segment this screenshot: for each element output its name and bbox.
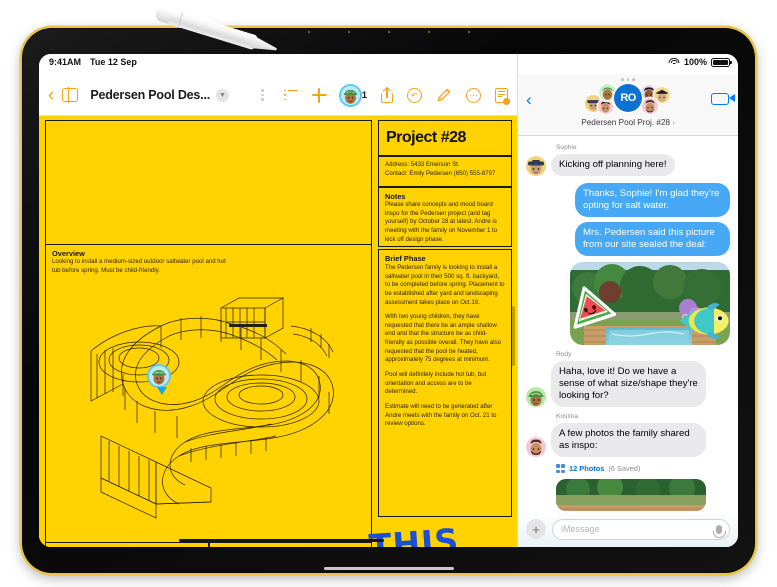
message-row: Mrs. Pedersen said this picture from our… bbox=[526, 222, 730, 257]
conversation-title-row[interactable]: Pedersen Pool Proj. #28 › bbox=[518, 118, 738, 127]
message-bubble[interactable]: Mrs. Pedersen said this picture from our… bbox=[575, 222, 730, 257]
project-notes-box: Notes Please share concepts and mood boa… bbox=[378, 187, 512, 247]
message-sender: Sophie bbox=[556, 144, 577, 151]
overview-label: Overview bbox=[52, 249, 85, 258]
project-title: Project #28 bbox=[386, 129, 466, 146]
status-date: Tue 12 Sep bbox=[90, 57, 137, 67]
freeform-pane: 9:41AM Tue 12 Sep ‹ Pedersen Pool Des...… bbox=[39, 54, 517, 547]
back-chevron-icon[interactable]: ‹ bbox=[46, 86, 62, 105]
brief-p2: With two young children, they have reque… bbox=[385, 313, 502, 364]
collaborator-cursor-avatar bbox=[149, 366, 169, 386]
chevron-right-icon: › bbox=[672, 120, 675, 127]
markup-brush-icon[interactable] bbox=[436, 87, 452, 103]
project-info-box: Project #28 bbox=[378, 120, 512, 156]
avatar bbox=[598, 99, 613, 114]
message-bubble[interactable]: A few photos the family shared as inspo: bbox=[551, 423, 706, 458]
sidebar-toggle-icon[interactable] bbox=[62, 87, 79, 103]
window-grabber-icon[interactable] bbox=[621, 78, 635, 81]
message-list[interactable]: Sophie Kicking off planning here! Thanks… bbox=[518, 136, 738, 511]
horizontal-scrollbar[interactable] bbox=[179, 538, 384, 542]
toolbar-icon-group: 1 ↶ ⋯ bbox=[283, 85, 510, 105]
share-icon[interactable] bbox=[381, 87, 393, 103]
window-grabber-icon[interactable] bbox=[255, 89, 270, 101]
antenna-dots bbox=[288, 30, 489, 34]
ipad-frame: 9:41AM Tue 12 Sep ‹ Pedersen Pool Des...… bbox=[22, 28, 755, 573]
status-bar: 9:41AM Tue 12 Sep bbox=[39, 54, 517, 74]
microphone-icon[interactable] bbox=[713, 524, 727, 538]
photo-message[interactable] bbox=[570, 262, 730, 345]
device-stage: 9:41AM Tue 12 Sep ‹ Pedersen Pool Des...… bbox=[0, 0, 777, 587]
conversation-title: Pedersen Pool Proj. #28 bbox=[581, 118, 671, 127]
status-left: 9:41AM Tue 12 Sep bbox=[49, 57, 137, 67]
project-address: Address: 5433 Emerson St. bbox=[385, 161, 460, 168]
brief-label: Brief Phase bbox=[385, 254, 426, 263]
tropical-fish-sticker bbox=[679, 302, 729, 340]
wifi-icon bbox=[668, 57, 680, 67]
document-title: Pedersen Pool Des... bbox=[90, 88, 210, 102]
vertical-scrollbar[interactable] bbox=[511, 306, 515, 366]
message-row: Haha, love it! Do we have a sense of wha… bbox=[526, 361, 730, 408]
project-contact-box: Address: 5433 Emerson St. Contact: Emily… bbox=[378, 156, 512, 187]
collaborator-count: 1 bbox=[361, 89, 367, 101]
message-row: A few photos the family shared as inspo: bbox=[526, 423, 730, 458]
notes-body: Please share concepts and mood board ins… bbox=[385, 201, 498, 243]
avatar bbox=[340, 85, 360, 105]
photos-saved-label: (6 Saved) bbox=[608, 464, 641, 474]
collaborator-avatar[interactable]: 1 bbox=[340, 85, 367, 105]
status-bar-right: 100% bbox=[518, 54, 738, 74]
photo-attachment-preview[interactable] bbox=[556, 479, 706, 511]
avatar bbox=[526, 437, 546, 458]
status-time: 9:41AM bbox=[49, 57, 82, 67]
message-row: Thanks, Sophie! I'm glad they're opting … bbox=[526, 183, 730, 218]
status-right: 100% bbox=[668, 57, 732, 67]
insert-plus-icon[interactable] bbox=[311, 87, 327, 103]
photo-grid-icon bbox=[556, 464, 565, 474]
avatar bbox=[642, 98, 658, 114]
photos-count-label: 12 Photos bbox=[569, 464, 605, 474]
imessage-placeholder: iMessage bbox=[561, 524, 600, 534]
shape-box: Shape A kidney-shaped pool is seemingly … bbox=[45, 542, 209, 547]
more-ellipsis-icon[interactable]: ⋯ bbox=[466, 87, 481, 103]
collaborator-cursor-pointer bbox=[157, 387, 167, 395]
undo-icon[interactable]: ↶ bbox=[407, 87, 422, 103]
conversation-header: ‹ RO Pedersen Pool Proj. #28 › bbox=[518, 74, 738, 136]
orientation-box: Orientation Swim-over hot tub access. Wi… bbox=[209, 542, 372, 547]
brief-p3: Pool will definitely include hot tub, bu… bbox=[385, 371, 487, 396]
brief-p4: Estimate will need to be generated after… bbox=[385, 402, 497, 428]
messages-back-icon[interactable]: ‹ bbox=[526, 91, 532, 108]
home-indicator[interactable] bbox=[323, 566, 454, 570]
facetime-video-icon[interactable] bbox=[711, 93, 735, 105]
ink-this-text: THIS bbox=[367, 520, 461, 547]
message-bubble[interactable]: Kicking off planning here! bbox=[551, 154, 675, 177]
battery-percent: 100% bbox=[683, 57, 707, 67]
message-bubble[interactable]: Thanks, Sophie! I'm glad they're opting … bbox=[575, 183, 730, 218]
attachment-plus-button[interactable]: + bbox=[526, 519, 546, 539]
brief-phase-box: Brief Phase The Pedersen family is looki… bbox=[378, 249, 512, 517]
message-input-bar: + iMessage bbox=[518, 511, 738, 547]
message-bubble[interactable]: Haha, love it! Do we have a sense of wha… bbox=[551, 361, 706, 408]
brief-p1: The Pedersen family is looking to instal… bbox=[385, 264, 505, 306]
ipad-screen: 9:41AM Tue 12 Sep ‹ Pedersen Pool Des...… bbox=[39, 54, 738, 547]
freeform-toolbar: ‹ Pedersen Pool Des... ▼ 1 ↶ ⋯ bbox=[39, 74, 517, 116]
imessage-input[interactable]: iMessage bbox=[552, 518, 730, 540]
document-canvas[interactable]: PEDERSEN POOL DESIGN Project #28 Address… bbox=[39, 116, 517, 547]
photos-attachment-link[interactable]: 12 Photos (6 Saved) bbox=[556, 464, 730, 474]
document-actions-icon[interactable] bbox=[495, 87, 510, 105]
group-initials-avatar: RO bbox=[614, 84, 642, 112]
project-contact: Contact: Emily Pedersen (650) 555-8797 bbox=[385, 169, 496, 177]
messages-pane: 100% ‹ RO Pedersen Pool Proj. #28 › Soph… bbox=[517, 54, 738, 547]
list-format-icon[interactable] bbox=[283, 89, 298, 101]
chevron-down-icon[interactable]: ▼ bbox=[216, 88, 229, 102]
message-sender: Kristina bbox=[556, 413, 578, 421]
group-avatar-stack[interactable]: RO bbox=[585, 83, 671, 114]
message-sender: Rody bbox=[556, 351, 572, 358]
watermelon-sticker bbox=[573, 286, 616, 330]
avatar bbox=[526, 156, 546, 177]
notes-label: Notes bbox=[385, 192, 406, 201]
message-row: Kicking off planning here! bbox=[526, 154, 730, 177]
pool-wireframe-drawing bbox=[90, 297, 334, 519]
battery-icon bbox=[711, 57, 732, 67]
avatar bbox=[526, 387, 546, 408]
